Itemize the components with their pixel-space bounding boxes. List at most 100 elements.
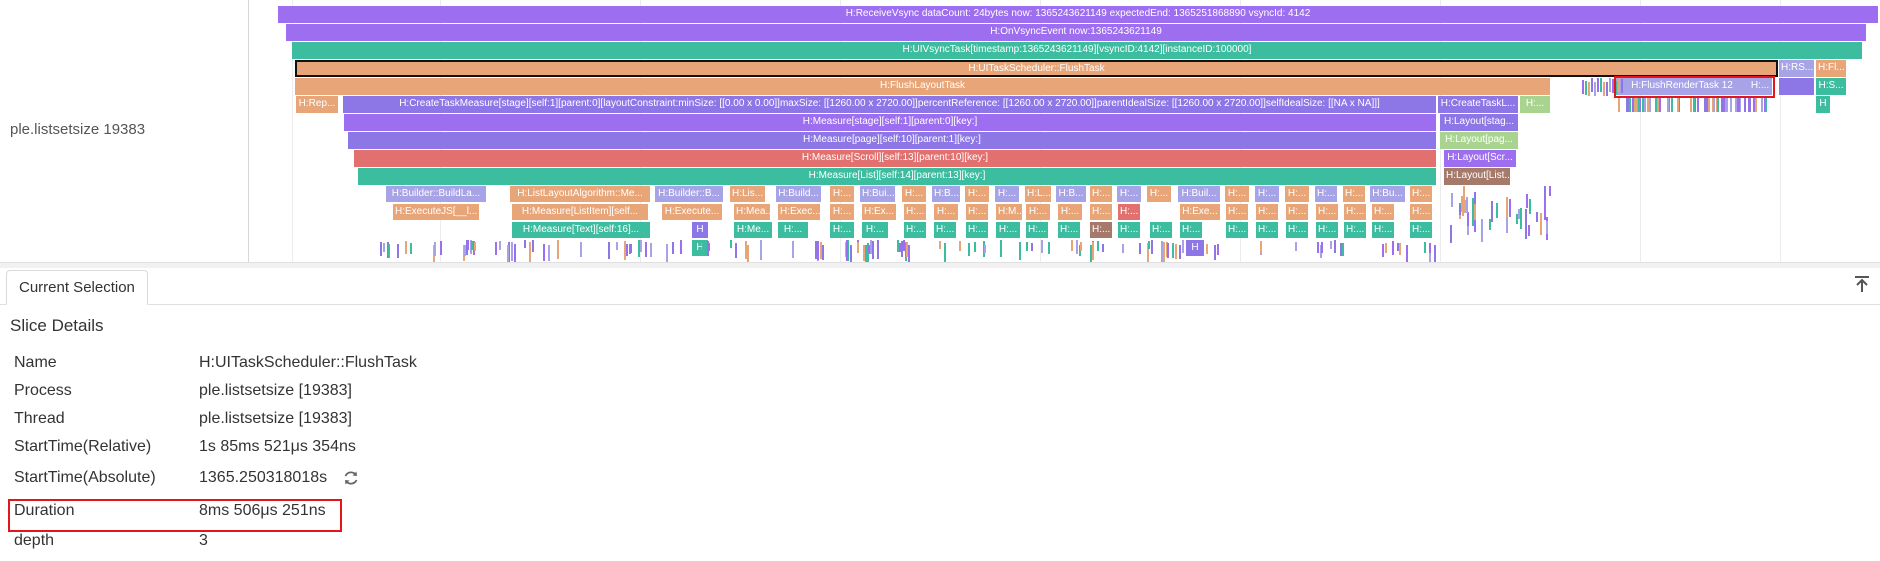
slice-row3-item[interactable]: H:...: [996, 222, 1020, 238]
slice-row1-item[interactable]: H:Bui...: [860, 186, 895, 202]
slice-row2-item[interactable]: H:M...: [996, 204, 1022, 220]
slice-row2-item[interactable]: H:...: [830, 204, 854, 220]
slice-row2-item[interactable]: H:...: [1256, 204, 1278, 220]
slice-row1-item[interactable]: H:...: [995, 186, 1019, 202]
slice-row3-item[interactable]: H: [692, 222, 708, 238]
slice-layout-stage[interactable]: H:Layout[stag...: [1440, 114, 1518, 131]
slice-row2-item[interactable]: H:...: [1226, 204, 1248, 220]
slice-row4-h2[interactable]: H: [692, 240, 708, 256]
detail-label: Thread: [14, 410, 65, 427]
slice-rs-short[interactable]: H:RS...: [1779, 60, 1814, 77]
slice-row1-item[interactable]: H:...: [1315, 186, 1337, 202]
slice-row3-item[interactable]: H:...: [1026, 222, 1048, 238]
slice-row1-item[interactable]: H:...: [902, 186, 926, 202]
slice-row1-item[interactable]: H:...: [1285, 186, 1309, 202]
slice-row1-item[interactable]: H:Lis...: [730, 186, 765, 202]
slice-row3-item[interactable]: H:...: [778, 222, 808, 238]
slice-row1-item[interactable]: H:Builder::BuildLa...: [386, 186, 486, 202]
slice-row3-item[interactable]: H:...: [1256, 222, 1278, 238]
slice-flush-layout-task[interactable]: H:FlushLayoutTask: [295, 78, 1550, 95]
slice-row3-item[interactable]: H:...: [1118, 222, 1140, 238]
slice-purple-right[interactable]: [1779, 78, 1814, 95]
slice-fl-short[interactable]: H:Fl...: [1816, 60, 1846, 77]
slice-row4-h[interactable]: H: [1186, 240, 1204, 256]
slice-layout-scroll[interactable]: H:Layout[Scr...: [1444, 150, 1516, 167]
slice-layout-page[interactable]: H:Layout[pag...: [1440, 132, 1518, 149]
slice-measure-scroll[interactable]: H:Measure[Scroll][self:13][parent:10][ke…: [354, 150, 1436, 167]
slice-row1-item[interactable]: H:...: [1225, 186, 1249, 202]
slice-create-task-l[interactable]: H:CreateTaskL...: [1438, 96, 1518, 113]
slice-row3-item[interactable]: H:...: [1090, 222, 1112, 238]
slice-row1-item[interactable]: H:...: [1410, 186, 1432, 202]
slice-s-short[interactable]: H:S...: [1816, 78, 1846, 95]
slice-row3-item[interactable]: H:...: [1180, 222, 1202, 238]
slice-row1-item[interactable]: H:ListLayoutAlgorithm::Me...: [510, 186, 650, 202]
slice-row1-item[interactable]: H:B...: [932, 186, 960, 202]
slice-row2-item[interactable]: H:...: [1344, 204, 1366, 220]
tab-current-selection[interactable]: Current Selection: [6, 270, 148, 305]
slice-row2-item[interactable]: H:...: [1410, 204, 1432, 220]
slice-ui-vsync-task[interactable]: H:UIVsyncTask[timestamp:1365243621149][v…: [292, 42, 1862, 59]
slice-row2-item[interactable]: H:Exec...: [778, 204, 820, 220]
slice-row2-item[interactable]: H:...: [966, 204, 988, 220]
slice-measure-list[interactable]: H:Measure[List][self:14][parent:13][key:…: [358, 168, 1436, 185]
slice-row1-item[interactable]: H:...: [965, 186, 989, 202]
slice-row1-item[interactable]: H:L...: [1025, 186, 1051, 202]
slice-row3-item[interactable]: H:...: [862, 222, 888, 238]
slice-layout-list[interactable]: H:Layout[List...: [1444, 168, 1510, 185]
slice-row2-item[interactable]: H:...: [1026, 204, 1050, 220]
slice-rep-short[interactable]: H:Rep...: [296, 96, 338, 113]
detail-value[interactable]: H:UITaskScheduler::FlushTask: [199, 352, 417, 374]
slice-row1-item[interactable]: H:Buil...: [1178, 186, 1220, 202]
slice-row3-item[interactable]: H:Me...: [734, 222, 772, 238]
slice-row1-item[interactable]: H:...: [1343, 186, 1365, 202]
slice-row2-item[interactable]: H:...: [1372, 204, 1394, 220]
slice-row3-item[interactable]: H:...: [830, 222, 854, 238]
slice-measure-page[interactable]: H:Measure[page][self:10][parent:1][key:]: [348, 132, 1436, 149]
slice-ui-task-scheduler[interactable]: H:UITaskScheduler::FlushTask: [295, 60, 1778, 77]
slice-row1-item[interactable]: H:...: [1147, 186, 1171, 202]
slice-row3-item[interactable]: H:...: [1316, 222, 1338, 238]
slice-row3-item[interactable]: H:...: [1372, 222, 1394, 238]
slice-row1-item[interactable]: H:...: [1090, 186, 1112, 202]
slice-row2-item[interactable]: H:Measure[ListItem][self...: [512, 204, 648, 220]
slice-row2-item[interactable]: H:...: [1118, 204, 1140, 220]
slice-row2-item[interactable]: H:ExecuteJS[__l...: [393, 204, 479, 220]
slice-row1-item[interactable]: H:Builder::B...: [655, 186, 723, 202]
slice-row3-item[interactable]: H:...: [1286, 222, 1308, 238]
slice-measure-stage[interactable]: H:Measure[stage][self:1][parent:0][key:]: [344, 114, 1436, 131]
slice-row3-item[interactable]: H:...: [1226, 222, 1248, 238]
slice-row2-item[interactable]: H:...: [904, 204, 926, 220]
slice-on-vsync-event[interactable]: H:OnVsyncEvent now:1365243621149: [286, 24, 1866, 41]
slice-row2-item[interactable]: H:...: [1286, 204, 1308, 220]
slice-row2-item[interactable]: H:Execute...: [662, 204, 722, 220]
slice-row1-item[interactable]: H:Bu...: [1370, 186, 1405, 202]
slice-row1-item[interactable]: H:...: [1255, 186, 1279, 202]
slice-row3-item[interactable]: H:...: [904, 222, 926, 238]
slice-row3-item[interactable]: H:...: [1150, 222, 1172, 238]
slice-h-short[interactable]: H: [1816, 96, 1830, 113]
slice-row1-item[interactable]: H:...: [1117, 186, 1141, 202]
slice-receive-vsync[interactable]: H:ReceiveVsync dataCount: 24bytes now: 1…: [278, 6, 1878, 23]
slice-row3-item[interactable]: H:Measure[Text][self:16]...: [512, 222, 650, 238]
slice-row2-item[interactable]: H:...: [1090, 204, 1112, 220]
slice-row3-item[interactable]: H:...: [934, 222, 956, 238]
slice-row2-item[interactable]: H:...: [1316, 204, 1338, 220]
slice-row2-item[interactable]: H:Exe...: [1180, 204, 1220, 220]
flame-chart[interactable]: H:ReceiveVsync dataCount: 24bytes now: 1…: [0, 0, 1880, 266]
slice-h-dots[interactable]: H:...: [1520, 96, 1550, 113]
slice-row1-item[interactable]: H:B...: [1056, 186, 1086, 202]
slice-create-task-measure[interactable]: H:CreateTaskMeasure[stage][self:1][paren…: [343, 96, 1436, 113]
slice-row1-item[interactable]: H:Build...: [776, 186, 821, 202]
slice-row3-item[interactable]: H:...: [1410, 222, 1432, 238]
slice-row3-item[interactable]: H:...: [966, 222, 988, 238]
slice-row2-item[interactable]: H:...: [1058, 204, 1082, 220]
pin-top-icon[interactable]: [1852, 274, 1872, 294]
slice-row2-item[interactable]: H:Ex...: [862, 204, 896, 220]
slice-row1-item[interactable]: H:...: [830, 186, 854, 202]
refresh-icon[interactable]: [342, 469, 360, 487]
slice-row2-item[interactable]: H:...: [934, 204, 958, 220]
slice-row3-item[interactable]: H:...: [1344, 222, 1366, 238]
slice-row2-item[interactable]: H:Mea...: [734, 204, 770, 220]
slice-row3-item[interactable]: H:...: [1058, 222, 1080, 238]
